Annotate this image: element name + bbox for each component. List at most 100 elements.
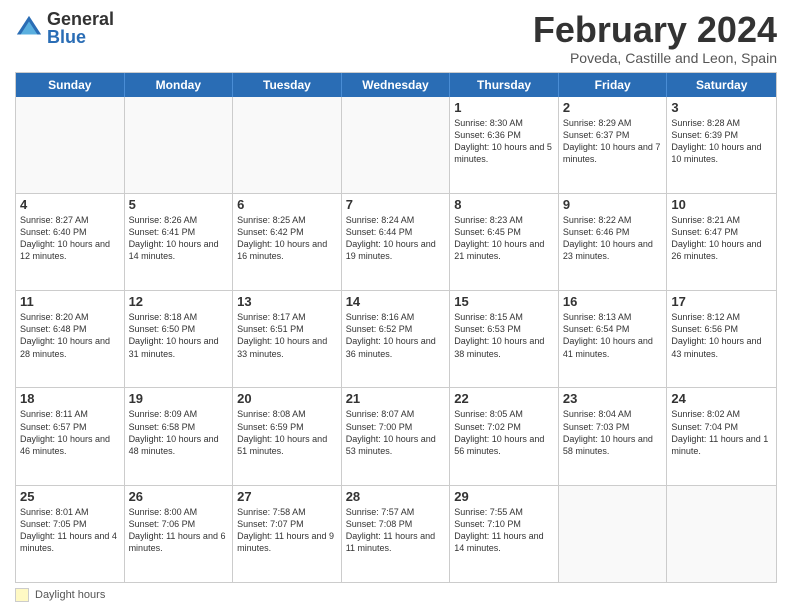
day-number: 28 — [346, 489, 446, 504]
header: General Blue February 2024 Poveda, Casti… — [15, 10, 777, 66]
calendar-day-cell: 12 Sunrise: 8:18 AM Sunset: 6:50 PM Dayli… — [125, 291, 234, 387]
day-number: 26 — [129, 489, 229, 504]
day-number: 5 — [129, 197, 229, 212]
calendar-week-row: 4Sunrise: 8:27 AM Sunset: 6:40 PM Daylig… — [16, 193, 776, 290]
day-info: Sunrise: 8:17 AM Sunset: 6:51 PM Dayligh… — [237, 311, 337, 360]
calendar-week-row: 18 Sunrise: 8:11 AM Sunset: 6:57 PM Dayli… — [16, 387, 776, 484]
day-info: Sunrise: 8:22 AM Sunset: 6:46 PM Dayligh… — [563, 214, 663, 263]
calendar-day-cell: 19Sunrise: 8:09 AM Sunset: 6:58 PM Dayli… — [125, 388, 234, 484]
day-info: Sunrise: 8:25 AM Sunset: 6:42 PM Dayligh… — [237, 214, 337, 263]
legend: Daylight hours — [15, 588, 777, 602]
calendar-day-cell: 5 Sunrise: 8:26 AM Sunset: 6:41 PM Daylig… — [125, 194, 234, 290]
day-info: Sunrise: 8:05 AM Sunset: 7:02 PM Dayligh… — [454, 408, 554, 457]
day-info: Sunrise: 8:12 AM Sunset: 6:56 PM Dayligh… — [671, 311, 772, 360]
calendar-day-cell: 26 Sunrise: 8:00 AM Sunset: 7:06 PM Dayli… — [125, 486, 234, 582]
day-info: Sunrise: 8:15 AM Sunset: 6:53 PM Dayligh… — [454, 311, 554, 360]
calendar-day-cell: 8 Sunrise: 8:23 AM Sunset: 6:45 PM Daylig… — [450, 194, 559, 290]
day-info: Sunrise: 7:55 AM Sunset: 7:10 PM Dayligh… — [454, 506, 554, 555]
day-info: Sunrise: 8:11 AM Sunset: 6:57 PM Dayligh… — [20, 408, 120, 457]
day-number: 17 — [671, 294, 772, 309]
calendar-day-cell: 21 Sunrise: 8:07 AM Sunset: 7:00 PM Dayli… — [342, 388, 451, 484]
day-info: Sunrise: 8:04 AM Sunset: 7:03 PM Dayligh… — [563, 408, 663, 457]
legend-label: Daylight hours — [35, 589, 105, 601]
calendar-body: 1 Sunrise: 8:30 AM Sunset: 6:36 PM Daylig… — [16, 97, 776, 582]
calendar-day-cell — [125, 97, 234, 193]
day-number: 12 — [129, 294, 229, 309]
day-number: 15 — [454, 294, 554, 309]
day-number: 22 — [454, 391, 554, 406]
logo: General Blue — [15, 10, 114, 46]
day-of-week-header: Sunday — [16, 73, 125, 97]
day-of-week-header: Friday — [559, 73, 668, 97]
calendar-day-cell: 27Sunrise: 7:58 AM Sunset: 7:07 PM Dayli… — [233, 486, 342, 582]
month-title: February 2024 — [533, 10, 777, 50]
day-number: 21 — [346, 391, 446, 406]
day-of-week-header: Saturday — [667, 73, 776, 97]
day-number: 9 — [563, 197, 663, 212]
logo-text: General Blue — [47, 10, 114, 46]
day-info: Sunrise: 8:26 AM Sunset: 6:41 PM Dayligh… — [129, 214, 229, 263]
day-info: Sunrise: 8:29 AM Sunset: 6:37 PM Dayligh… — [563, 117, 663, 166]
calendar-day-cell: 10Sunrise: 8:21 AM Sunset: 6:47 PM Dayli… — [667, 194, 776, 290]
day-number: 24 — [671, 391, 772, 406]
logo-general-text: General — [47, 10, 114, 28]
day-number: 13 — [237, 294, 337, 309]
day-info: Sunrise: 8:30 AM Sunset: 6:36 PM Dayligh… — [454, 117, 554, 166]
calendar-day-cell: 23 Sunrise: 8:04 AM Sunset: 7:03 PM Dayli… — [559, 388, 668, 484]
day-info: Sunrise: 8:16 AM Sunset: 6:52 PM Dayligh… — [346, 311, 446, 360]
calendar-day-cell — [233, 97, 342, 193]
day-info: Sunrise: 8:23 AM Sunset: 6:45 PM Dayligh… — [454, 214, 554, 263]
day-info: Sunrise: 8:20 AM Sunset: 6:48 PM Dayligh… — [20, 311, 120, 360]
day-number: 11 — [20, 294, 120, 309]
calendar-day-cell: 28 Sunrise: 7:57 AM Sunset: 7:08 PM Dayli… — [342, 486, 451, 582]
day-info: Sunrise: 7:57 AM Sunset: 7:08 PM Dayligh… — [346, 506, 446, 555]
calendar-day-cell — [16, 97, 125, 193]
location: Poveda, Castille and Leon, Spain — [533, 50, 777, 66]
calendar-header: SundayMondayTuesdayWednesdayThursdayFrid… — [16, 73, 776, 97]
day-info: Sunrise: 8:24 AM Sunset: 6:44 PM Dayligh… — [346, 214, 446, 263]
calendar-day-cell: 2 Sunrise: 8:29 AM Sunset: 6:37 PM Daylig… — [559, 97, 668, 193]
calendar-day-cell — [559, 486, 668, 582]
day-info: Sunrise: 8:09 AM Sunset: 6:58 PM Dayligh… — [129, 408, 229, 457]
calendar-day-cell: 16 Sunrise: 8:13 AM Sunset: 6:54 PM Dayli… — [559, 291, 668, 387]
day-number: 16 — [563, 294, 663, 309]
day-info: Sunrise: 8:07 AM Sunset: 7:00 PM Dayligh… — [346, 408, 446, 457]
day-number: 25 — [20, 489, 120, 504]
day-info: Sunrise: 8:08 AM Sunset: 6:59 PM Dayligh… — [237, 408, 337, 457]
day-number: 1 — [454, 100, 554, 115]
day-of-week-header: Monday — [125, 73, 234, 97]
day-number: 14 — [346, 294, 446, 309]
day-info: Sunrise: 7:58 AM Sunset: 7:07 PM Dayligh… — [237, 506, 337, 555]
calendar-day-cell: 18 Sunrise: 8:11 AM Sunset: 6:57 PM Dayli… — [16, 388, 125, 484]
day-of-week-header: Tuesday — [233, 73, 342, 97]
calendar-day-cell: 3Sunrise: 8:28 AM Sunset: 6:39 PM Daylig… — [667, 97, 776, 193]
calendar-day-cell: 1 Sunrise: 8:30 AM Sunset: 6:36 PM Daylig… — [450, 97, 559, 193]
page: General Blue February 2024 Poveda, Casti… — [0, 0, 792, 612]
calendar-day-cell: 4Sunrise: 8:27 AM Sunset: 6:40 PM Daylig… — [16, 194, 125, 290]
calendar-day-cell: 24 Sunrise: 8:02 AM Sunset: 7:04 PM Dayli… — [667, 388, 776, 484]
day-info: Sunrise: 8:02 AM Sunset: 7:04 PM Dayligh… — [671, 408, 772, 457]
day-number: 18 — [20, 391, 120, 406]
day-of-week-header: Thursday — [450, 73, 559, 97]
calendar-week-row: 11 Sunrise: 8:20 AM Sunset: 6:48 PM Dayli… — [16, 290, 776, 387]
calendar-day-cell: 25 Sunrise: 8:01 AM Sunset: 7:05 PM Dayli… — [16, 486, 125, 582]
day-info: Sunrise: 8:00 AM Sunset: 7:06 PM Dayligh… — [129, 506, 229, 555]
day-info: Sunrise: 8:18 AM Sunset: 6:50 PM Dayligh… — [129, 311, 229, 360]
day-number: 29 — [454, 489, 554, 504]
calendar-day-cell: 14 Sunrise: 8:16 AM Sunset: 6:52 PM Dayli… — [342, 291, 451, 387]
legend-box — [15, 588, 29, 602]
calendar-day-cell: 15 Sunrise: 8:15 AM Sunset: 6:53 PM Dayli… — [450, 291, 559, 387]
day-info: Sunrise: 8:01 AM Sunset: 7:05 PM Dayligh… — [20, 506, 120, 555]
calendar-day-cell: 9 Sunrise: 8:22 AM Sunset: 6:46 PM Daylig… — [559, 194, 668, 290]
day-number: 23 — [563, 391, 663, 406]
day-number: 8 — [454, 197, 554, 212]
day-of-week-header: Wednesday — [342, 73, 451, 97]
calendar-day-cell: 29 Sunrise: 7:55 AM Sunset: 7:10 PM Dayli… — [450, 486, 559, 582]
day-number: 7 — [346, 197, 446, 212]
day-info: Sunrise: 8:13 AM Sunset: 6:54 PM Dayligh… — [563, 311, 663, 360]
day-number: 10 — [671, 197, 772, 212]
day-info: Sunrise: 8:28 AM Sunset: 6:39 PM Dayligh… — [671, 117, 772, 166]
calendar-day-cell: 7 Sunrise: 8:24 AM Sunset: 6:44 PM Daylig… — [342, 194, 451, 290]
calendar-day-cell: 17 Sunrise: 8:12 AM Sunset: 6:56 PM Dayli… — [667, 291, 776, 387]
day-number: 2 — [563, 100, 663, 115]
